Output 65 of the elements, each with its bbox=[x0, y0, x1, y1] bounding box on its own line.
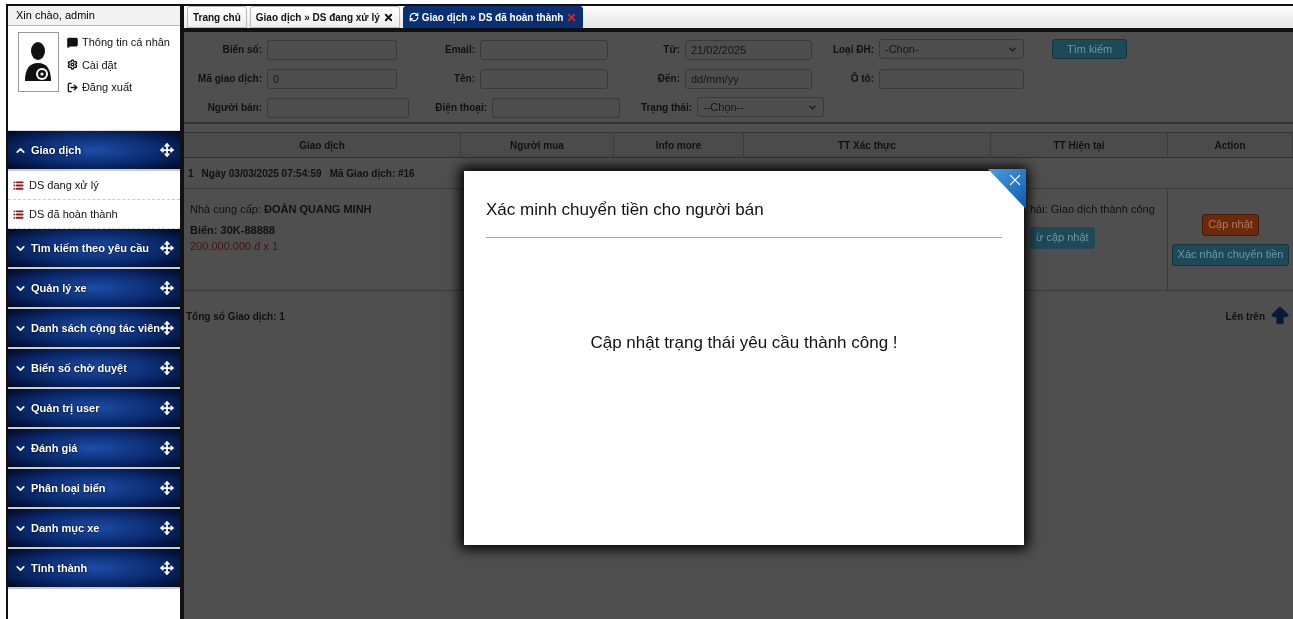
settings-icon bbox=[66, 59, 78, 71]
field-label: Mã giao dịch: bbox=[197, 71, 262, 86]
field-label: Ô tô: bbox=[849, 71, 874, 86]
field-label: Điện thoại: bbox=[434, 100, 487, 115]
modal-title: Xác minh chuyển tiền cho người bán bbox=[486, 200, 764, 219]
refresh-icon bbox=[408, 12, 419, 22]
up-arrow-icon bbox=[1269, 305, 1291, 327]
logout-icon bbox=[66, 81, 78, 93]
move-icon bbox=[160, 241, 174, 255]
move-icon bbox=[160, 281, 174, 295]
transaction-date: Ngày 03/03/2025 07:54:59 bbox=[201, 166, 322, 181]
tab[interactable]: Trang chủ bbox=[187, 6, 247, 28]
move-icon bbox=[160, 521, 174, 535]
move-icon bbox=[160, 143, 174, 157]
menu-group-header[interactable]: Quản lý xe bbox=[8, 269, 180, 309]
profile-link[interactable]: Thông tin cá nhân bbox=[66, 34, 170, 51]
tab[interactable]: Giao dịch » DS đang xử lý bbox=[249, 6, 400, 28]
move-icon bbox=[160, 361, 174, 375]
move-icon bbox=[160, 561, 174, 575]
field-label: Từ: bbox=[662, 42, 680, 57]
user-gear-icon bbox=[23, 41, 54, 83]
field-label: Biển số: bbox=[221, 42, 262, 57]
column-header: TT Hiện tại bbox=[991, 133, 1168, 157]
price-text: 200.000.000 đ x 1 bbox=[190, 239, 280, 254]
menu-group-header[interactable]: Quản trị user bbox=[8, 389, 180, 429]
transaction-code: Mã Giao dịch: #16 bbox=[329, 166, 415, 181]
field-label: Loại ĐH: bbox=[831, 42, 874, 57]
close-icon bbox=[566, 11, 578, 23]
menu-group-header[interactable]: Danh mục xe bbox=[8, 509, 180, 549]
menu-group-header[interactable]: Tìm kiếm theo yêu cầu bbox=[8, 229, 180, 269]
column-header: Info more bbox=[614, 133, 744, 157]
field-label: Trạng thái: bbox=[639, 100, 692, 115]
list-icon bbox=[13, 208, 24, 220]
comment-icon bbox=[66, 36, 78, 48]
field-label: Đến: bbox=[656, 71, 680, 86]
supplier-text: Nhà cung cấp: ĐOÀN QUANG MINH bbox=[190, 202, 373, 217]
menu-group-header[interactable]: Đánh giá bbox=[8, 429, 180, 469]
column-header: TT Xác thực bbox=[744, 133, 991, 157]
move-icon bbox=[160, 481, 174, 495]
row-number: 1 bbox=[188, 166, 194, 181]
profile-link[interactable]: Đăng xuất bbox=[66, 79, 170, 96]
profile-link[interactable]: Cài đặt bbox=[66, 56, 170, 73]
field-label: Email: bbox=[444, 42, 475, 57]
plate-text: Biển: 30K-88888 bbox=[190, 222, 276, 238]
list-icon bbox=[13, 179, 24, 191]
move-icon bbox=[160, 401, 174, 415]
tab[interactable]: Giao dịch » DS đã hoàn thành bbox=[402, 6, 584, 28]
close-icon bbox=[382, 11, 394, 23]
input-field[interactable]: dd/mm/yy bbox=[685, 69, 812, 89]
column-header: Action bbox=[1168, 133, 1293, 157]
move-icon bbox=[160, 441, 174, 455]
column-header: Giao dịch bbox=[184, 133, 461, 157]
column-header: Người mua bbox=[461, 133, 614, 157]
menu-group-header[interactable]: Tỉnh thành bbox=[8, 549, 180, 589]
greeting-bar: Xin chào, admin bbox=[8, 6, 180, 26]
menu-group-header[interactable]: Phân loại biển bbox=[8, 469, 180, 509]
move-icon bbox=[160, 321, 174, 335]
modal-message: Cập nhật trạng thái yêu cầu thành công ! bbox=[590, 331, 898, 354]
menu-group-header[interactable]: Giao dịch bbox=[8, 131, 180, 171]
menu-group-header[interactable]: Danh sách cộng tác viên bbox=[8, 309, 180, 349]
field-label: Tên: bbox=[452, 71, 475, 86]
total-count: Tổng số Giao dịch: 1 bbox=[186, 309, 285, 324]
field-label: Người bán: bbox=[206, 100, 262, 115]
menu-group-header[interactable]: Biển số chờ duyệt bbox=[8, 349, 180, 389]
status-text: hái: Giao dịch thành công bbox=[1030, 202, 1155, 217]
